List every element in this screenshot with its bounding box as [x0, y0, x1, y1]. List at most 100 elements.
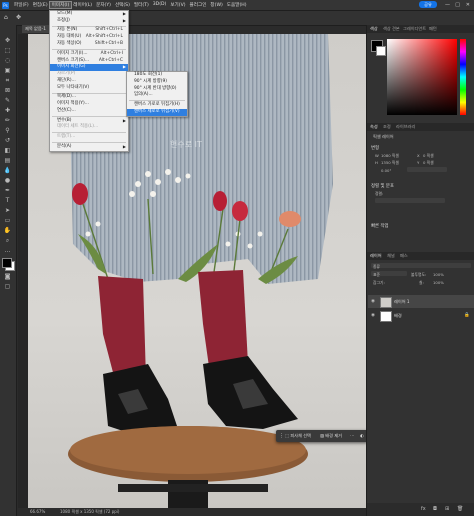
history-brush-icon[interactable]: ↺ [3, 137, 12, 144]
image-menu-item[interactable]: 연산(C)... [50, 108, 128, 115]
menu-item[interactable]: 3D(D) [151, 2, 169, 8]
menu-item[interactable]: 창(W) [208, 2, 224, 8]
layer-filter-bar[interactable] [371, 263, 471, 268]
image-menu-item[interactable]: 이미지 크기(I)... Alt+Ctrl+I [50, 51, 128, 58]
foreground-color-swatch[interactable] [2, 258, 12, 268]
lasso-tool-icon[interactable]: ◌ [3, 57, 12, 64]
zoom-level[interactable]: 66.67% [30, 508, 45, 516]
maximize-icon[interactable]: □ [455, 2, 460, 8]
clone-stamp-icon[interactable]: ⚲ [3, 127, 12, 134]
image-menu-item[interactable]: 모두 나타내기(V) [50, 85, 128, 92]
visibility-eye-icon[interactable]: ◉ [371, 309, 375, 322]
add-layer-style-icon[interactable]: fx [421, 506, 426, 512]
menu-item[interactable]: 이미지(I) [48, 1, 73, 9]
tab-adjustments[interactable]: 조정 [383, 124, 391, 130]
image-menu-item[interactable]: 조정(J) ▶ [50, 18, 128, 25]
lock-icon[interactable]: 🔒 [464, 309, 470, 322]
drag-handle-icon[interactable]: ⋮ [279, 432, 284, 440]
rotation-menu-item[interactable]: 캔버스 가로로 뒤집기(H) [127, 102, 187, 109]
marquee-tool-icon[interactable]: ⬚ [3, 47, 12, 54]
visibility-eye-icon[interactable]: ◉ [371, 295, 375, 308]
rotation-menu-item[interactable]: 임의(A)... [127, 92, 187, 99]
menu-item[interactable]: 선택(S) [113, 2, 132, 8]
rectangle-tool-icon[interactable]: ▭ [3, 217, 12, 224]
close-icon[interactable]: ✕ [466, 2, 470, 8]
eraser-icon[interactable]: ◧ [3, 147, 12, 154]
share-button[interactable]: 공유 [419, 1, 437, 8]
tab-gradients[interactable]: 그레이디언트 [403, 26, 426, 32]
move-tool-icon[interactable]: ✥ [3, 37, 12, 44]
angle-field[interactable]: 0.00° [381, 168, 391, 173]
image-menu-item[interactable]: 재단(R)... [50, 78, 128, 85]
type-tool-icon[interactable]: T [3, 197, 12, 204]
image-menu-item[interactable]: 이미지 적용(Y)... [50, 101, 128, 108]
image-menu-item[interactable]: 트랩(T)... [50, 134, 128, 141]
dodge-tool-icon[interactable]: ● [3, 177, 12, 184]
minimize-icon[interactable]: — [445, 2, 450, 8]
layer-row[interactable]: ◉ 배경 🔒 [368, 309, 474, 322]
eyedropper-icon[interactable]: ✎ [3, 97, 12, 104]
opacity-field[interactable]: 100% [433, 272, 444, 277]
menu-item[interactable]: 레이어(L) [71, 2, 94, 8]
image-menu-item[interactable]: 모드(M) ▶ [50, 11, 128, 18]
color-background-swatch[interactable] [376, 46, 386, 56]
color-picker-field[interactable] [387, 39, 457, 115]
flip-buttons[interactable] [407, 167, 447, 172]
menu-item[interactable]: 문자(Y) [94, 2, 113, 8]
layer-name[interactable]: 배경 [394, 309, 402, 322]
select-subject-button[interactable]: ⬚ 피사체 선택 [285, 432, 311, 440]
tab-color[interactable]: 색상 [370, 26, 378, 32]
tab-swatches[interactable]: 색상 견본 [383, 26, 400, 32]
healing-brush-icon[interactable]: ✚ [3, 107, 12, 114]
menu-item[interactable]: 파일(F) [12, 2, 31, 8]
contrast-icon[interactable]: ◐ [360, 432, 364, 440]
align-buttons[interactable] [375, 198, 445, 203]
rotation-menu-item[interactable]: 180도 회전(1) [127, 72, 187, 79]
tab-paths[interactable]: 패스 [400, 253, 408, 259]
crop-tool-icon[interactable]: ⌗ [3, 77, 12, 84]
rotation-menu-item[interactable]: 90° 시계 방향(9) [127, 79, 187, 86]
tab-channels[interactable]: 채널 [387, 253, 395, 259]
fill-field[interactable]: 100% [433, 280, 444, 285]
tab-properties[interactable]: 속성 [370, 124, 378, 130]
screen-mode-icon[interactable]: ▢ [3, 283, 12, 290]
tab-layers[interactable]: 레이어 [370, 253, 382, 259]
frame-tool-icon[interactable]: ⊠ [3, 87, 12, 94]
more-options-icon[interactable]: ⋯ [350, 432, 354, 440]
home-icon[interactable]: ⌂ [4, 14, 12, 22]
layer-name[interactable]: 레이어 1 [394, 295, 410, 308]
new-layer-icon[interactable]: ⊞ [445, 506, 449, 512]
path-select-icon[interactable]: ➤ [3, 207, 12, 214]
quick-mask-icon[interactable]: ◙ [3, 273, 12, 280]
more-tools-icon[interactable]: … [3, 247, 12, 254]
menu-item[interactable]: 플러그인 [188, 2, 209, 8]
layer-row[interactable]: ◉ 레이어 1 [368, 295, 474, 308]
tab-patterns[interactable]: 패턴 [429, 26, 437, 32]
object-select-icon[interactable]: ▣ [3, 67, 12, 74]
add-mask-icon[interactable]: ◘ [433, 506, 437, 512]
brush-tool-icon[interactable]: ✏ [3, 117, 12, 124]
image-menu-item[interactable]: 데이터 세트 적용(L)... [50, 124, 128, 131]
menu-item[interactable]: 보기(V) [168, 2, 187, 8]
remove-background-button[interactable]: ▨ 배경 제거 [320, 432, 342, 440]
delete-layer-icon[interactable]: 🗑 [457, 506, 463, 512]
zoom-tool-icon[interactable]: ⌕ [3, 237, 12, 244]
pen-tool-icon[interactable]: ✒ [3, 187, 12, 194]
image-menu-item[interactable]: 자르기(P) [50, 71, 128, 78]
width-field[interactable]: 1080 픽셀 [381, 153, 399, 159]
image-menu-item[interactable]: 자동 색상(O) Shift+Ctrl+B [50, 41, 128, 48]
x-field[interactable]: 0 픽셀 [423, 153, 434, 159]
menu-item[interactable]: 필터(T) [132, 2, 151, 8]
blur-tool-icon[interactable]: 💧 [3, 167, 12, 174]
menu-item[interactable]: 도움말(H) [225, 2, 249, 8]
move-tool-option-icon[interactable]: ✥ [16, 14, 24, 22]
hue-slider[interactable] [460, 39, 466, 115]
gradient-tool-icon[interactable]: ▤ [3, 157, 12, 164]
y-field[interactable]: 0 픽셀 [423, 160, 434, 166]
image-menu-item[interactable]: 분석(A) ▶ [50, 144, 128, 151]
hand-tool-icon[interactable]: ✋ [3, 227, 12, 234]
rotation-menu-item[interactable]: 캔버스 세로로 뒤집기(V) [127, 108, 187, 116]
menu-item[interactable]: 편집(E) [31, 2, 50, 8]
tab-libraries[interactable]: 라이브러리 [396, 124, 415, 130]
height-field[interactable]: 1350 픽셀 [381, 160, 399, 166]
